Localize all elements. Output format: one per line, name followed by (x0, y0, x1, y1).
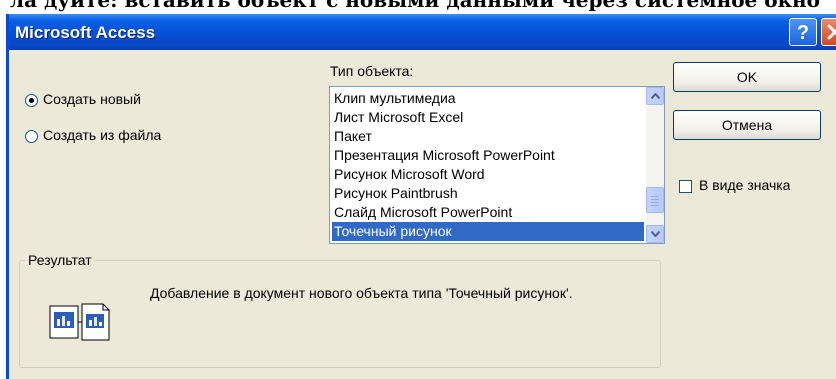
result-groupbox (19, 260, 661, 368)
list-item[interactable]: Пакет (332, 127, 644, 146)
create-from-file-label[interactable]: Создать из файла (43, 127, 161, 143)
list-item-selected[interactable]: Точечный рисунок (332, 222, 644, 241)
close-icon (827, 24, 836, 40)
object-type-list[interactable]: Клип мультимедиа Лист Microsoft Excel Па… (329, 86, 665, 244)
ok-button[interactable]: OK (673, 62, 821, 92)
list-item[interactable]: Рисунок Paintbrush (332, 184, 644, 203)
result-description: Добавление в документ нового объекта тип… (150, 285, 573, 301)
cancel-button[interactable]: Отмена (673, 110, 821, 140)
list-item[interactable]: Слайд Microsoft PowerPoint (332, 203, 644, 222)
create-new-label[interactable]: Создать новый (43, 91, 141, 107)
display-as-icon-label[interactable]: В виде значка (699, 177, 790, 193)
background-caption: ла дуйте: вставить объект с новыми данны… (10, 0, 821, 12)
list-item[interactable]: Рисунок Microsoft Word (332, 165, 644, 184)
chevron-up-icon (651, 93, 660, 99)
result-group-title: Результат (25, 252, 95, 268)
help-button[interactable]: ? (789, 18, 817, 46)
insert-object-dialog: Microsoft Access ? Создать новый Создать… (6, 14, 836, 379)
object-type-label: Тип объекта: (330, 63, 414, 79)
list-scrollbar[interactable] (646, 87, 664, 243)
scroll-up-button[interactable] (646, 87, 664, 105)
list-item[interactable]: Клип мультимедиа (332, 89, 644, 108)
bitmap-object-icon (49, 303, 110, 341)
scroll-thumb[interactable] (646, 187, 664, 213)
display-as-icon-checkbox[interactable] (679, 180, 692, 193)
scroll-down-button[interactable] (646, 225, 664, 243)
radio-selected-dot (29, 98, 34, 103)
list-item[interactable]: Презентация Microsoft PowerPoint (332, 146, 644, 165)
title-bar: Microsoft Access ? (9, 14, 836, 50)
dialog-title: Microsoft Access (15, 23, 156, 42)
close-button[interactable] (821, 18, 836, 46)
background-document-text: ла дуйте: вставить объект с новыми данны… (0, 0, 836, 14)
help-icon: ? (796, 22, 810, 44)
chevron-down-icon (651, 231, 660, 237)
list-item[interactable]: Лист Microsoft Excel (332, 108, 644, 127)
create-from-file-radio[interactable] (25, 130, 38, 143)
create-new-radio[interactable] (25, 94, 38, 107)
